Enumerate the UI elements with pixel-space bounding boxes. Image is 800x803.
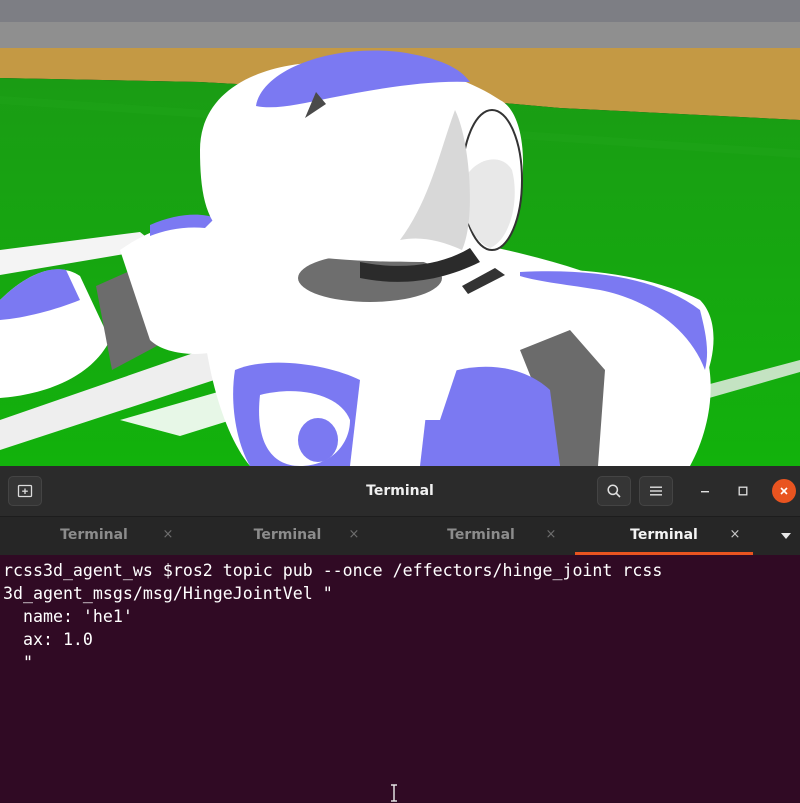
search-icon bbox=[607, 484, 621, 498]
tab-terminal-2[interactable]: Terminal × bbox=[188, 517, 387, 555]
search-button[interactable] bbox=[597, 476, 631, 506]
chevron-down-icon bbox=[781, 533, 791, 539]
minimize-icon bbox=[701, 491, 709, 493]
terminal-body[interactable]: rcss3d_agent_ws $ros2 topic pub --once /… bbox=[0, 555, 800, 802]
close-button[interactable] bbox=[772, 479, 796, 503]
tab-list-dropdown[interactable] bbox=[772, 517, 800, 555]
robot-scene bbox=[0, 0, 800, 466]
terminal-output: rcss3d_agent_ws $ros2 topic pub --once /… bbox=[3, 561, 663, 672]
window-title: Terminal bbox=[366, 483, 434, 499]
terminal-window: Terminal Terminal × Terminal × Terminal … bbox=[0, 466, 800, 802]
tab-terminal-3[interactable]: Terminal × bbox=[387, 517, 575, 555]
terminal-header-bar: Terminal bbox=[0, 466, 800, 517]
tab-close-icon[interactable]: × bbox=[727, 517, 743, 553]
minimize-button[interactable] bbox=[693, 479, 717, 503]
boundary-wall-top bbox=[0, 22, 800, 48]
text-cursor-icon bbox=[391, 784, 397, 802]
new-tab-button[interactable] bbox=[8, 476, 42, 506]
simulation-viewport[interactable] bbox=[0, 0, 800, 466]
tab-terminal-1[interactable]: Terminal × bbox=[0, 517, 188, 555]
maximize-button[interactable] bbox=[731, 479, 755, 503]
maximize-icon bbox=[738, 486, 748, 496]
tab-bar: Terminal × Terminal × Terminal × Termina… bbox=[0, 517, 800, 555]
hamburger-menu-icon bbox=[650, 486, 662, 496]
tab-close-icon[interactable]: × bbox=[346, 517, 362, 553]
sky bbox=[0, 0, 800, 24]
robot-hip-joint bbox=[298, 418, 338, 462]
tab-terminal-4-active[interactable]: Terminal × bbox=[575, 517, 753, 555]
new-tab-icon bbox=[17, 484, 33, 498]
menu-button[interactable] bbox=[639, 476, 673, 506]
tab-close-icon[interactable]: × bbox=[160, 517, 176, 553]
tab-close-icon[interactable]: × bbox=[543, 517, 559, 553]
close-icon bbox=[780, 487, 788, 495]
